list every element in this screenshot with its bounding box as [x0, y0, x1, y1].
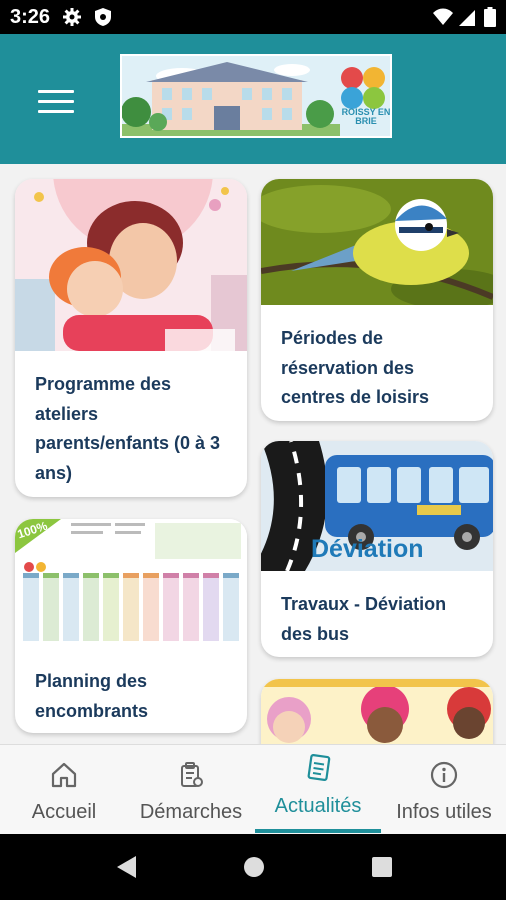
news-feed[interactable]: Programme des ateliers parents/enfants (… — [0, 164, 506, 744]
logo-text: ROISSY EN BRIE — [341, 107, 391, 126]
bottom-navigation: Accueil Démarches Actualités Infos utile… — [0, 744, 506, 834]
signal-icon — [459, 10, 475, 26]
status-time: 3:26 — [10, 6, 51, 28]
home-icon — [51, 762, 77, 788]
clipboard-icon — [181, 762, 203, 787]
city-logo[interactable]: ROISSY EN BRIE — [120, 54, 392, 138]
system-navigation-bar — [0, 834, 506, 900]
home-circle-icon[interactable] — [242, 854, 266, 880]
recents-icon[interactable] — [370, 854, 394, 880]
news-image-kids-winter — [261, 679, 493, 744]
news-image-bus: Déviation — [261, 441, 493, 571]
active-tab-indicator — [255, 829, 381, 833]
deviation-image-text: Déviation — [311, 535, 424, 563]
newspaper-icon — [307, 754, 331, 781]
news-card-deviation-bus[interactable]: Déviation Travaux - Déviation des bus — [261, 441, 493, 657]
news-title: Planning des encombrants — [35, 671, 149, 721]
news-image-bird — [261, 179, 493, 305]
nav-infos-utiles[interactable]: Infos utiles — [382, 745, 506, 835]
back-icon[interactable] — [114, 854, 138, 880]
news-image-family — [15, 179, 247, 351]
nav-accueil[interactable]: Accueil — [0, 745, 128, 835]
info-icon — [430, 761, 458, 789]
news-title: Périodes de réservation des centres de l… — [281, 328, 430, 407]
wifi-icon — [433, 8, 453, 25]
nav-label: Infos utiles — [396, 801, 492, 823]
nav-label: Actualités — [274, 795, 362, 817]
news-image-planning: 100% — [15, 519, 247, 643]
app-header: ROISSY EN BRIE — [0, 34, 506, 164]
gear-icon — [63, 8, 81, 26]
news-card-ateliers[interactable]: Programme des ateliers parents/enfants (… — [15, 179, 247, 497]
hamburger-menu-icon[interactable] — [38, 90, 74, 116]
nav-demarches[interactable]: Démarches — [128, 745, 254, 835]
shield-icon — [95, 8, 111, 26]
news-card-encombrants[interactable]: 100% Planning des encombrants — [15, 519, 247, 733]
status-bar: 3:26 — [0, 0, 506, 34]
news-card-centres-loisirs[interactable]: Périodes de réservation des centres de l… — [261, 179, 493, 421]
nav-actualites[interactable]: Actualités — [254, 745, 382, 835]
news-card-hiver[interactable] — [261, 679, 493, 744]
news-title: Travaux - Déviation des bus — [281, 594, 447, 644]
nav-label: Démarches — [139, 801, 243, 823]
battery-icon — [484, 7, 496, 27]
nav-label: Accueil — [31, 801, 97, 823]
news-title: Programme des ateliers parents/enfants (… — [35, 374, 221, 483]
